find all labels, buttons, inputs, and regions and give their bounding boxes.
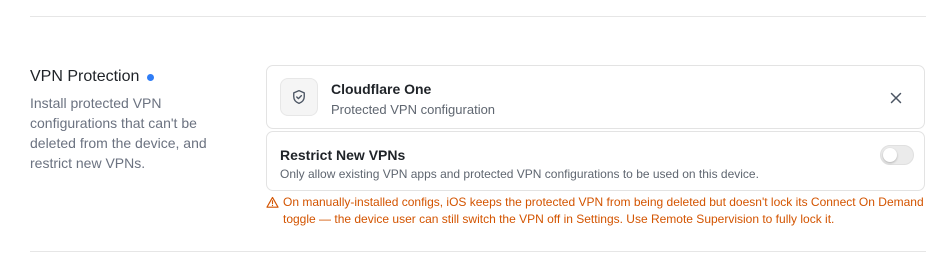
section-title: VPN Protection: [30, 68, 140, 85]
restrict-new-vpns-card: Restrict New VPNs Only allow existing VP…: [266, 131, 925, 191]
section-description: Install protected VPN configurations tha…: [30, 95, 207, 171]
config-name: Cloudflare One: [331, 81, 432, 97]
config-subtitle: Protected VPN configuration: [331, 102, 496, 117]
restrict-vpns-toggle[interactable]: [880, 145, 914, 165]
top-divider: [30, 16, 926, 17]
toggle-knob: [883, 148, 897, 162]
warning-text: On manually-installed configs, iOS keeps…: [283, 195, 924, 226]
warning-triangle-icon: [266, 196, 279, 208]
section-title-row: VPN Protection: [30, 66, 240, 88]
bottom-divider: [30, 251, 926, 252]
section-header: VPN Protection Install protected VPN con…: [30, 66, 240, 173]
status-dot: [147, 74, 155, 81]
vpn-config-card: Cloudflare One Protected VPN configurati…: [266, 65, 925, 129]
shield-check-icon: [280, 78, 318, 116]
warning-message: On manually-installed configs, iOS keeps…: [266, 194, 928, 228]
close-icon[interactable]: [887, 89, 905, 107]
restrict-title: Restrict New VPNs: [280, 147, 406, 163]
restrict-description: Only allow existing VPN apps and protect…: [280, 167, 759, 181]
